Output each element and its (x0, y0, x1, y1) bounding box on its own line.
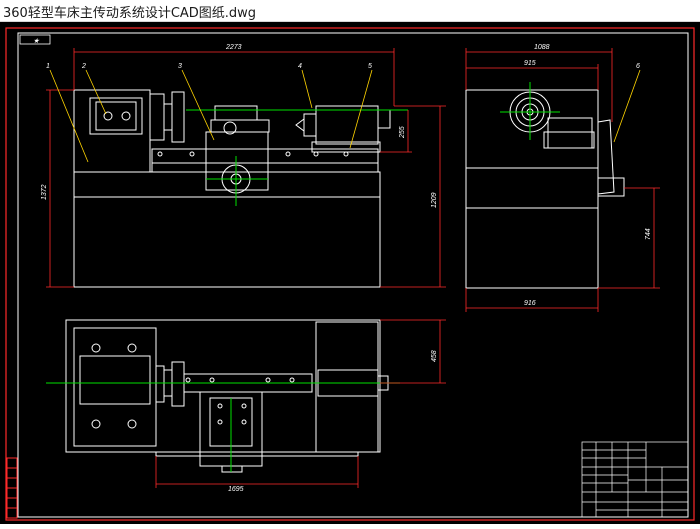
top-view[interactable] (65, 319, 389, 473)
dim-top-length: 1695 (228, 486, 244, 493)
dim-front-height: 1372 (41, 184, 48, 200)
dim-side-height: 744 (645, 228, 652, 240)
part-label-3: 3 (178, 63, 182, 70)
dim-top-depth: 458 (431, 350, 438, 362)
side-dimensions (465, 48, 660, 312)
title-block[interactable] (581, 441, 689, 518)
side-view[interactable] (465, 89, 625, 289)
front-dimensions (46, 48, 446, 288)
part-label-5: 5 (368, 63, 372, 70)
cad-drawing[interactable]: ★ 2273 1372 1209 255 1 2 3 4 5 6 1088 91… (0, 22, 700, 524)
corner-tag: ★ (33, 37, 40, 45)
binding-marks (6, 457, 18, 519)
front-view[interactable] (73, 89, 391, 288)
window-title: 360轻型车床主传动系统设计CAD图纸.dwg (3, 6, 257, 21)
part-label-4: 4 (298, 63, 302, 70)
dim-side-width: 1088 (534, 44, 550, 51)
drawing-canvas[interactable]: ★ 2273 1372 1209 255 1 2 3 4 5 6 1088 91… (0, 22, 700, 524)
dim-side-base-width: 916 (524, 300, 536, 307)
side-centerlines (500, 82, 560, 140)
part-label-1: 1 (46, 63, 50, 70)
window-title-bar: 360轻型车床主传动系统设计CAD图纸.dwg (0, 0, 700, 22)
dim-side-inner-width: 915 (524, 60, 536, 67)
dim-front-width: 2273 (225, 44, 242, 51)
dim-spindle-height: 255 (399, 126, 406, 139)
part-label-2: 2 (81, 63, 86, 70)
dim-overall-height: 1209 (431, 192, 438, 208)
part-label-6: 6 (636, 63, 640, 70)
